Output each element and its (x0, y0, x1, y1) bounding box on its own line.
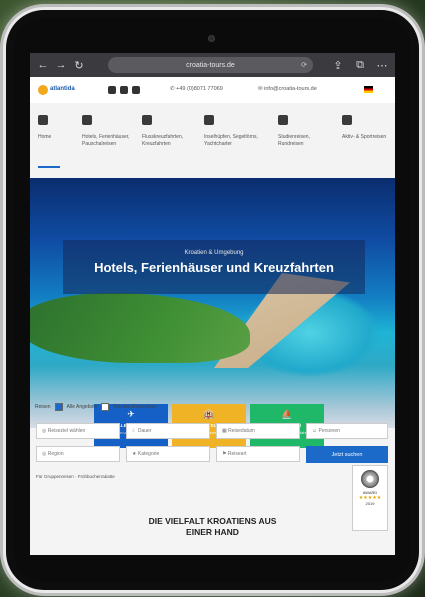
nav-item-active[interactable]: Aktiv- & Sportreisen (342, 115, 388, 141)
hero-kicker: Kroatien & Umgebung (184, 250, 244, 256)
site-logo[interactable]: atlantida (38, 83, 75, 97)
search-note: Für Gruppenreisen · Frühbucherrabatte (36, 474, 115, 479)
browser-actions: ⇪ ⧉ ⋯ (329, 56, 391, 74)
suitcase-icon (82, 115, 92, 125)
category-placeholder: Kategorie (137, 451, 160, 457)
logo-text: atlantida (50, 86, 75, 92)
all-offers-checkbox[interactable] (54, 403, 63, 411)
ship-icon (142, 115, 152, 125)
duration-field[interactable]: ☾ Dauer (126, 423, 210, 439)
tagline-line-2: EINER HAND (186, 527, 239, 537)
forward-button[interactable]: → (52, 56, 70, 74)
logo-sun-icon (38, 85, 48, 95)
home-icon (38, 115, 48, 125)
flexible-dates-label: Flexible Reisedaten (113, 404, 158, 410)
search-button[interactable]: Jetzt suchen (306, 446, 388, 463)
all-offers-label: Alle Angebote (66, 404, 98, 410)
medal-icon (361, 470, 379, 488)
region-field[interactable]: ◎ Region (36, 446, 120, 462)
email-link[interactable]: ✉ info@croatia-tours.de (258, 86, 317, 92)
date-field[interactable]: ▦ Reisedatum (216, 423, 300, 439)
region-placeholder: Region (47, 451, 64, 457)
nav-label: Studienreisen, Rundreisen (278, 134, 310, 147)
nav-label: Aktiv- & Sportreisen (342, 134, 387, 140)
nav-label: Hotels, Ferienhäuser, Pauschalreisen (82, 134, 130, 147)
search-form: Reisen Alle Angebote Flexible Reisedaten… (30, 398, 395, 508)
search-options: Reisen Alle Angebote Flexible Reisedaten (35, 403, 157, 411)
language-flag-icon[interactable] (364, 86, 373, 93)
hero-banner: Kroatien & Umgebung Hotels, Ferienhäuser… (30, 178, 395, 453)
main-nav: Home Hotels, Ferienhäuser, Pauschalreise… (30, 103, 395, 179)
nav-active-indicator (38, 166, 60, 168)
hero-caption: Kroatien & Umgebung Hotels, Ferienhäuser… (63, 240, 365, 294)
tagline-line-1: DIE VIELFALT KROATIENS AUS (148, 516, 277, 526)
tablet-screen: ← → ↻ croatia-tours.de ⟳ ⇪ ⧉ ⋯ atlantida… (30, 53, 395, 555)
back-button[interactable]: ← (34, 56, 52, 74)
hero-headline: Hotels, Ferienhäuser und Kreuzfahrten (94, 260, 334, 275)
persons-field[interactable]: ☺ Personen (306, 423, 388, 439)
duration-placeholder: Dauer (137, 428, 152, 434)
bag-icon (278, 115, 288, 125)
share-icon[interactable]: ⇪ (329, 56, 347, 74)
social-links (108, 86, 140, 94)
destination-placeholder: Reiseziel wählen (47, 428, 86, 434)
refresh-icon[interactable]: ⟳ (301, 61, 307, 69)
bike-icon (342, 115, 352, 125)
camera-icon (208, 35, 215, 42)
type-field[interactable]: ⚑ Reiseart (216, 446, 300, 462)
option-label: Reisen (35, 404, 51, 410)
browser-bar: ← → ↻ croatia-tours.de ⟳ ⇪ ⧉ ⋯ (30, 53, 395, 77)
phone-text: +49 (0)8071 77069 (176, 86, 223, 92)
youtube-icon[interactable] (132, 86, 140, 94)
menu-icon[interactable]: ⋯ (373, 56, 391, 74)
nav-item-hotels[interactable]: Hotels, Ferienhäuser, Pauschalreisen (82, 115, 137, 148)
url-text: croatia-tours.de (186, 61, 235, 69)
reload-button[interactable]: ↻ (70, 56, 88, 74)
flexible-dates-checkbox[interactable] (101, 403, 110, 411)
hero-island (30, 293, 250, 363)
facebook-icon[interactable] (108, 86, 116, 94)
destination-field[interactable]: ◎ Reiseziel wählen (36, 423, 120, 439)
nav-label: Flusskreuzfahrten, Kreuzfahrten (142, 134, 184, 147)
type-placeholder: Reiseart (227, 451, 247, 457)
site-header: atlantida ✆ +49 (0)8071 77069 ✉ info@cro… (30, 77, 395, 103)
nav-item-tours[interactable]: Studienreisen, Rundreisen (278, 115, 333, 148)
address-bar[interactable]: croatia-tours.de ⟳ (108, 57, 313, 73)
category-field[interactable]: ★ Kategorie (126, 446, 210, 462)
nav-item-sailing[interactable]: Inselhüpfen, Segeltörns, Yachtcharter (204, 115, 259, 148)
tagline: DIE VIELFALT KROATIENS AUS EINER HAND (30, 516, 395, 538)
date-placeholder: Reisedatum (228, 428, 255, 434)
nav-item-cruises[interactable]: Flusskreuzfahrten, Kreuzfahrten (142, 115, 197, 148)
tabs-icon[interactable]: ⧉ (351, 56, 369, 74)
persons-placeholder: Personen (318, 428, 340, 434)
email-text: info@croatia-tours.de (264, 86, 317, 92)
badge-bottom: 2019 (365, 501, 375, 506)
nav-label: Inselhüpfen, Segeltörns, Yachtcharter (204, 134, 258, 147)
phone-number[interactable]: ✆ +49 (0)8071 77069 (170, 86, 223, 92)
boat-icon (204, 115, 214, 125)
instagram-icon[interactable] (120, 86, 128, 94)
